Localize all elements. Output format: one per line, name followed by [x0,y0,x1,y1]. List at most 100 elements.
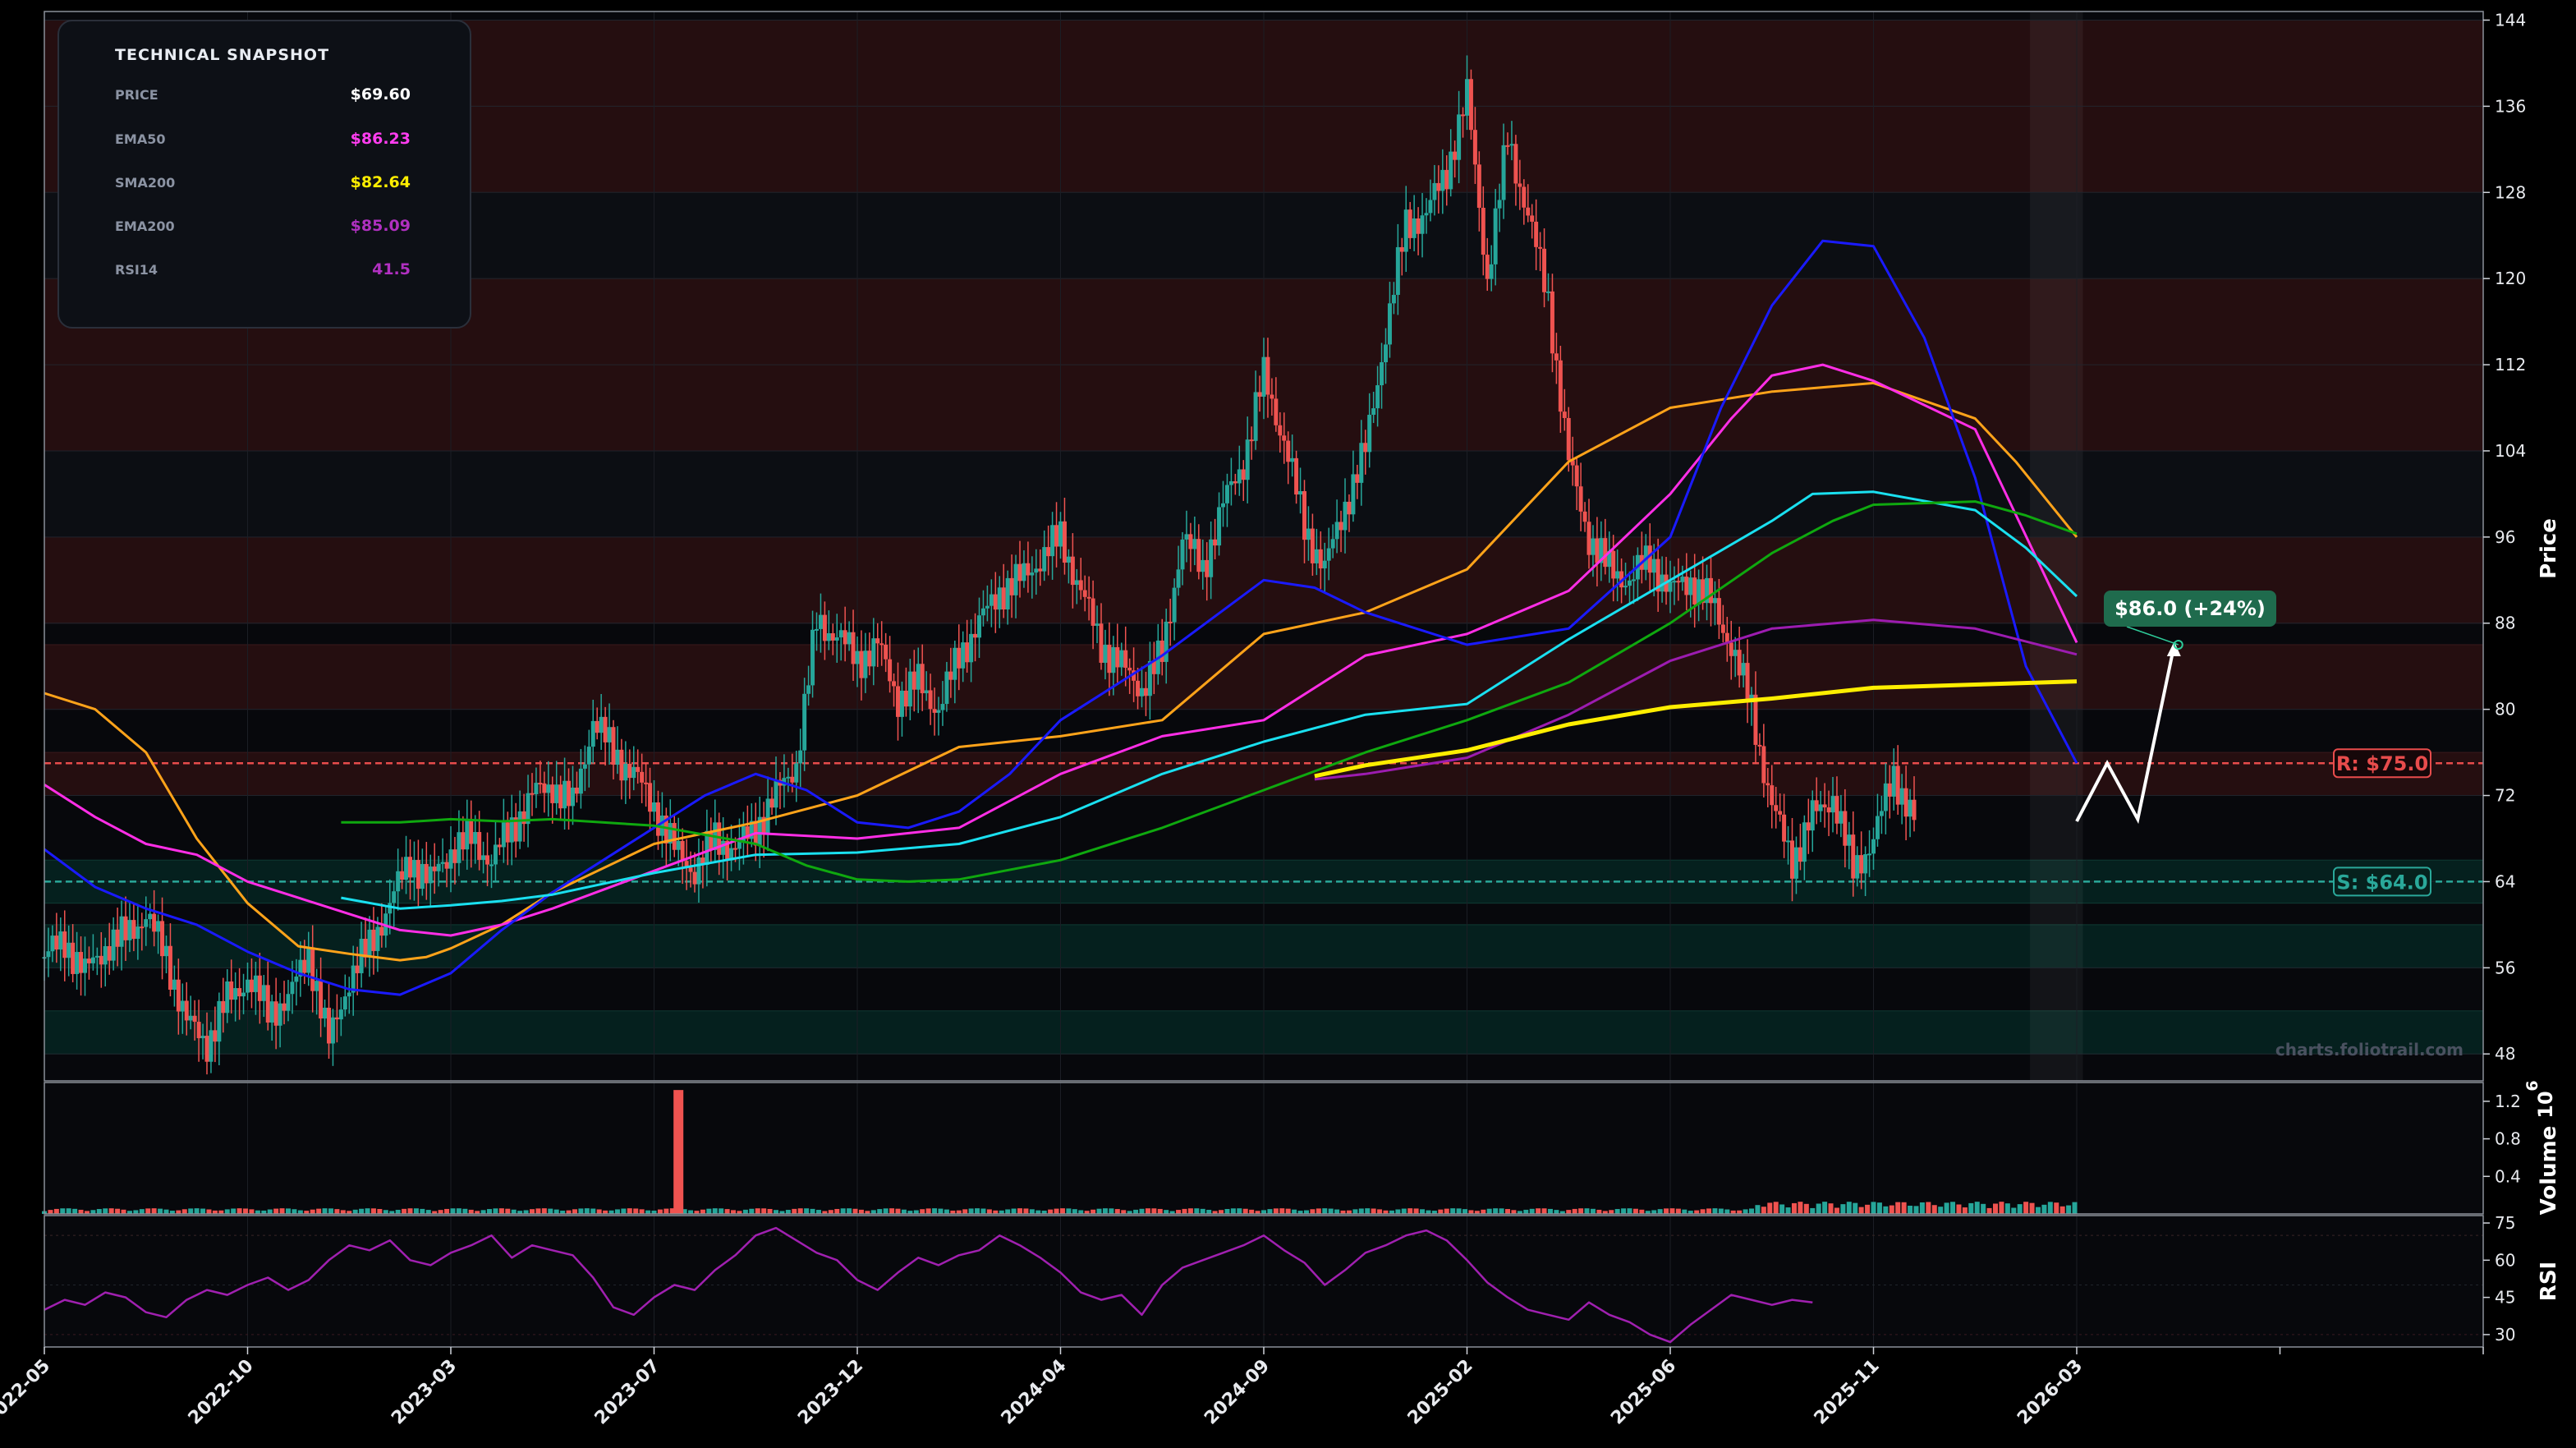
candle-body [1741,663,1746,676]
candle-body [209,1030,214,1062]
candle-body [985,605,990,609]
volume-bar [1029,1209,1035,1214]
candle-body [1314,549,1319,563]
candle-body [485,855,490,865]
volume-bar [1675,1208,1681,1214]
volume-bar [1791,1202,1797,1214]
volume-bar [365,1208,370,1214]
volume-bar [1133,1209,1139,1214]
candle-body [907,671,912,707]
volume-bar [1981,1203,1986,1214]
candle-body [188,1015,193,1021]
volume-bar [1828,1203,1834,1214]
volume-bar [1182,1208,1187,1214]
candle-body [1493,208,1498,264]
volume-bar [1913,1206,1919,1214]
candle-body [1603,538,1608,568]
volume-bar [1279,1208,1285,1214]
candle-body [1416,218,1421,234]
volume-bar [858,1209,864,1214]
candle-body [1318,549,1323,569]
candle-body [107,945,112,961]
candle-body [481,855,486,860]
volume-bar [883,1208,889,1214]
volume-bar [1493,1208,1499,1214]
candle-body [888,659,893,682]
volume-bar [847,1208,852,1214]
candle-body [806,685,811,694]
candle-body [388,903,393,914]
volume-bar [596,1209,602,1214]
volume-bar [1187,1208,1193,1214]
candle-body [1709,577,1713,604]
candle-body [79,952,84,973]
candle-body [997,587,1002,610]
volume-bar [1005,1209,1011,1214]
candle-body [58,931,63,950]
candle-body [347,992,351,997]
volume-bar [1840,1204,1846,1214]
price-tick-label: 136 [2495,96,2526,116]
candle-body [1729,642,1733,656]
volume-bar [761,1208,767,1214]
snapshot-row-ema200: EMA200 $85.09 [115,217,411,243]
volume-bar [370,1208,376,1214]
candle-body [420,863,425,889]
candle-body [798,750,803,764]
volume-bar [60,1208,66,1214]
volume-bar [1962,1207,1968,1214]
volume-bar [1639,1209,1645,1214]
price-tick-label: 64 [2495,871,2515,891]
candle-body [1249,439,1254,442]
candle-body [640,771,645,783]
volume-bar [1407,1208,1413,1214]
volume-bar [1724,1209,1730,1214]
candle-body [367,929,372,958]
candle-body [493,844,498,865]
candle-body [1026,563,1031,576]
price-tick-label: 80 [2495,700,2515,719]
volume-bar [243,1208,249,1214]
volume-bar [450,1208,456,1214]
candle-body [1261,356,1266,397]
volume-bar [1931,1205,1937,1214]
volume-bar [840,1208,846,1214]
candle-body [148,913,153,920]
volume-bar [938,1208,944,1214]
candle-body [1716,598,1721,625]
volume-bar [206,1209,212,1214]
candle-body [1034,568,1039,573]
price-tick-label: 120 [2495,269,2526,288]
candle-body [944,671,949,705]
volume-bar [1834,1207,1839,1214]
candle-body [99,955,103,965]
volume-bar [1438,1209,1444,1214]
candle-body [1403,209,1408,252]
candle-body [815,628,819,631]
candle-body [1871,839,1876,854]
candle-body [469,819,474,844]
volume-bar [1718,1208,1724,1214]
candle-body [769,798,774,808]
candle-body [184,1000,189,1021]
candle-body [989,594,994,606]
candle-body [1005,577,1010,610]
candle-body [440,862,445,864]
candle-body [1432,182,1437,200]
volume-bar [2072,1202,2078,1214]
candle-body [903,690,908,707]
volume-bar [664,1208,669,1214]
volume-bar [1938,1207,1944,1214]
candle-body [1359,443,1364,483]
volume-bar [1547,1208,1553,1214]
volume-bar [200,1208,206,1214]
snapshot-value: $69.60 [350,85,411,103]
candle-body [1228,480,1233,485]
candle-body [1209,539,1214,577]
candle-body [1611,550,1616,579]
candle-body [1509,144,1514,146]
volume-bar [1505,1209,1510,1214]
candle-body [269,1001,274,1023]
candle-body [1164,621,1169,662]
candle-body [1339,522,1343,531]
